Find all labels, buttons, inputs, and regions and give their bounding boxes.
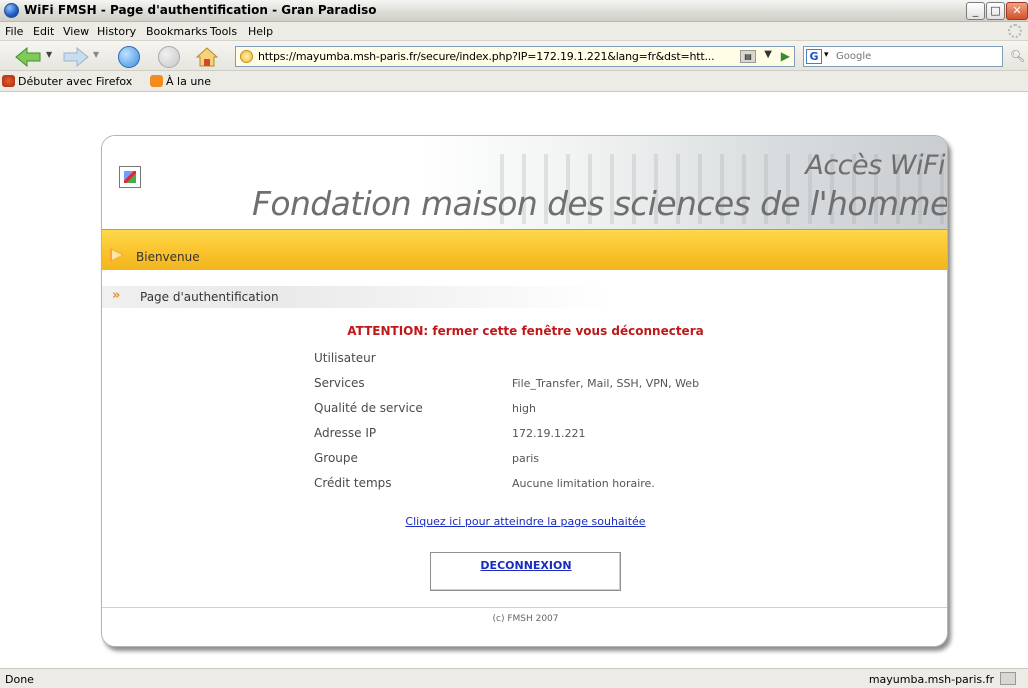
bookmark-label: À la une xyxy=(166,75,212,88)
logout-button[interactable]: DECONNEXION xyxy=(430,552,621,591)
reload-icon[interactable] xyxy=(118,46,140,68)
google-engine-icon[interactable]: G xyxy=(806,49,822,64)
copyright-text: (c) FMSH 2007 xyxy=(492,614,559,624)
window-titlebar: WiFi FMSH - Page d'authentification - Gr… xyxy=(0,0,1028,22)
url-text[interactable]: https://mayumba.msh-paris.fr/secure/inde… xyxy=(258,50,715,63)
status-text: Done xyxy=(5,673,34,686)
bookmark-firefox[interactable]: Débuter avec Firefox xyxy=(2,75,132,88)
info-value: File_Transfer, Mail, SSH, VPN, Web xyxy=(512,377,700,390)
attention-warning: ATTENTION: fermer cette fenêtre vous déc… xyxy=(347,324,704,338)
status-bar: Done mayumba.msh-paris.fr xyxy=(0,668,1028,688)
menu-tools[interactable]: Tools xyxy=(210,25,237,38)
rss-site-icon[interactable]: ▤ xyxy=(740,50,756,63)
info-row-services: Services File_Transfer, Mail, SSH, VPN, … xyxy=(314,376,914,394)
search-input[interactable] xyxy=(836,49,996,64)
welcome-label: Bienvenue xyxy=(136,250,200,264)
url-dropdown-icon[interactable]: ▼ xyxy=(764,49,772,60)
header-top-title: Accès WiFi xyxy=(805,150,945,181)
menu-view[interactable]: View xyxy=(63,25,89,38)
info-row-group: Groupe paris xyxy=(314,451,914,469)
menu-bar: File Edit View History Bookmarks Tools H… xyxy=(0,22,1028,41)
footer-divider xyxy=(102,607,947,608)
menu-file[interactable]: File xyxy=(5,25,23,38)
stop-icon[interactable] xyxy=(158,46,180,68)
firefox-icon xyxy=(2,75,15,87)
bookmark-a-la-une[interactable]: À la une xyxy=(150,75,211,88)
info-label: Adresse IP xyxy=(314,426,377,440)
info-row-qos: Qualité de service high xyxy=(314,401,914,419)
firefox-globe-icon xyxy=(4,3,19,18)
triangle-arrow-icon xyxy=(110,248,124,262)
info-label: Qualité de service xyxy=(314,401,423,415)
header-banner: Accès WiFi Fondation maison des sciences… xyxy=(102,136,948,229)
go-arrow-icon[interactable]: ▶ xyxy=(781,49,790,63)
rss-feed-icon xyxy=(150,75,163,87)
search-magnifier-icon[interactable]: 🔍︎ xyxy=(1010,49,1025,63)
site-identity-icon[interactable] xyxy=(240,50,253,63)
info-label: Utilisateur xyxy=(314,351,376,365)
logout-label[interactable]: DECONNEXION xyxy=(461,559,591,572)
maximize-button[interactable]: □ xyxy=(986,2,1005,20)
info-label: Groupe xyxy=(314,451,358,465)
status-domain: mayumba.msh-paris.fr xyxy=(868,673,994,686)
close-button[interactable]: ✕ xyxy=(1006,2,1028,20)
menu-edit[interactable]: Edit xyxy=(33,25,54,38)
bookmark-label: Débuter avec Firefox xyxy=(18,75,133,88)
welcome-bar: Bienvenue xyxy=(102,229,947,270)
info-value: Aucune limitation horaire. xyxy=(512,477,655,490)
broken-image-icon xyxy=(119,166,141,188)
menu-bookmarks[interactable]: Bookmarks xyxy=(146,25,207,38)
header-main-title: Fondation maison des sciences de l'homme xyxy=(252,184,948,223)
back-arrow-icon[interactable] xyxy=(14,47,42,67)
search-box[interactable]: G ▾ xyxy=(803,46,1003,67)
minimize-button[interactable]: _ xyxy=(966,2,985,20)
forward-dropdown-icon[interactable]: ▼ xyxy=(93,50,99,59)
menu-help[interactable]: Help xyxy=(248,25,273,38)
forward-arrow-icon[interactable] xyxy=(62,47,90,67)
info-value: 172.19.1.221 xyxy=(512,427,586,440)
section-title-bar: » Page d'authentification xyxy=(102,286,947,308)
info-label: Services xyxy=(314,376,365,390)
double-chevron-icon: » xyxy=(112,288,121,303)
info-row-time-credit: Crédit temps Aucune limitation horaire. xyxy=(314,476,914,494)
page-viewport: Accès WiFi Fondation maison des sciences… xyxy=(0,92,1028,668)
throbber-icon xyxy=(1008,24,1022,38)
menu-history[interactable]: History xyxy=(97,25,136,38)
navigation-toolbar: ▼ ▼ https://mayumba.msh-paris.fr/secure/… xyxy=(0,41,1028,71)
engine-dropdown-icon[interactable]: ▾ xyxy=(824,50,829,60)
info-value: paris xyxy=(512,452,540,465)
section-title: Page d'authentification xyxy=(140,290,279,304)
url-bar[interactable]: https://mayumba.msh-paris.fr/secure/inde… xyxy=(235,46,795,67)
back-dropdown-icon[interactable]: ▼ xyxy=(46,50,52,59)
info-row-ip: Adresse IP 172.19.1.221 xyxy=(314,426,914,444)
info-value: high xyxy=(512,402,536,415)
home-icon[interactable] xyxy=(195,46,219,68)
window-title: WiFi FMSH - Page d'authentification - Gr… xyxy=(24,3,377,17)
bookmarks-toolbar: Débuter avec Firefox À la une xyxy=(0,71,1028,92)
info-label: Crédit temps xyxy=(314,476,392,490)
security-lock-icon[interactable] xyxy=(1000,672,1016,685)
info-row-user: Utilisateur xyxy=(314,351,914,369)
auth-card: Accès WiFi Fondation maison des sciences… xyxy=(101,135,948,647)
destination-link[interactable]: Cliquez ici pour atteindre la page souha… xyxy=(102,515,947,528)
